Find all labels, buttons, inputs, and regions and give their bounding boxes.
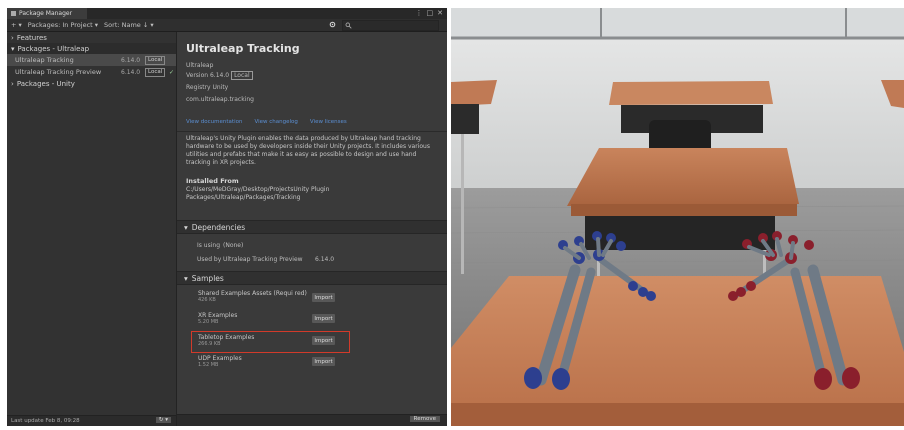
dependencies-section-header[interactable]: ▾ Dependencies bbox=[177, 220, 447, 234]
version-label: Version 6.14.0 bbox=[186, 72, 230, 79]
samples-section-header[interactable]: ▾ Samples bbox=[177, 271, 447, 285]
section-title: Samples bbox=[191, 273, 224, 283]
import-button[interactable]: Import bbox=[312, 293, 335, 302]
package-manager-window: Package Manager ⋮ □ ✕ + ▾ Packages: In P… bbox=[7, 8, 447, 426]
ultraleap-group[interactable]: ▾ Packages - Ultraleap bbox=[7, 43, 176, 54]
package-row-ultraleap-tracking-preview[interactable]: Ultraleap Tracking Preview 6.14.0 Local … bbox=[7, 66, 176, 78]
import-button[interactable]: Import bbox=[312, 336, 335, 345]
package-icon bbox=[11, 11, 16, 16]
sample-size: 5.20 MB bbox=[198, 319, 219, 325]
chevron-down-icon: ▾ bbox=[184, 222, 188, 232]
sample-size: 266.9 KB bbox=[198, 341, 221, 347]
package-name: Ultraleap Tracking Preview bbox=[15, 68, 102, 76]
sample-item: XR Examples 5.20 MB bbox=[198, 312, 237, 326]
sample-name: Shared Examples Assets (Requi red) bbox=[198, 290, 307, 297]
dep-label: Is using bbox=[197, 242, 221, 249]
window-title: Package Manager bbox=[19, 10, 73, 17]
group-label: Packages - Ultraleap bbox=[17, 44, 90, 53]
close-icon[interactable]: ✕ bbox=[437, 9, 443, 17]
window-frame bbox=[451, 8, 904, 38]
package-version: 6.14.0 bbox=[121, 56, 141, 64]
maximize-icon[interactable]: □ bbox=[427, 9, 434, 17]
sort-dropdown[interactable]: Sort: Name ↓ ▾ bbox=[104, 21, 154, 29]
sample-item: UDP Examples 1.52 MB bbox=[198, 355, 242, 369]
installed-from-path: C:/Users/MeDGray/Desktop/ProjectsUnity P… bbox=[186, 186, 330, 201]
package-description: Ultraleap's Unity Plugin enables the dat… bbox=[186, 135, 430, 166]
dependency-row: Is using (None) bbox=[197, 242, 315, 249]
section-title: Dependencies bbox=[191, 222, 246, 232]
remove-button[interactable]: Remove bbox=[409, 416, 440, 422]
list-footer: Last update Feb 8, 09:28 ↻ ▾ bbox=[7, 415, 176, 426]
dep-version: 6.14.0 bbox=[315, 256, 335, 263]
last-update-text: Last update Feb 8, 09:28 bbox=[11, 418, 80, 424]
scene-render bbox=[451, 8, 904, 426]
search-icon bbox=[345, 22, 352, 29]
chevron-right-icon: › bbox=[11, 33, 14, 42]
sample-name: XR Examples bbox=[198, 312, 238, 319]
title-bar: Package Manager ⋮ □ ✕ bbox=[7, 8, 447, 19]
package-version-line: Version 6.14.0 Local bbox=[186, 71, 253, 80]
refresh-button[interactable]: ↻ ▾ bbox=[155, 417, 171, 423]
package-list: › Features ▾ Packages - Ultraleap Ultralea… bbox=[7, 32, 177, 426]
documentation-link[interactable]: View documentation bbox=[186, 119, 242, 125]
sample-size: 1.52 MB bbox=[198, 362, 219, 368]
sample-item: Tabletop Examples 266.9 KB bbox=[198, 334, 254, 348]
package-details: Ultraleap Tracking Ultraleap Version 6.1… bbox=[177, 32, 447, 426]
dep-value: Ultraleap Tracking Preview bbox=[223, 256, 303, 263]
registry-line: Registry Unity bbox=[186, 84, 229, 91]
features-group[interactable]: › Features bbox=[7, 32, 176, 43]
features-label: Features bbox=[16, 33, 47, 42]
package-title: Ultraleap Tracking bbox=[186, 42, 300, 55]
dependency-row: Used by Ultraleap Tracking Preview 6.14.0 bbox=[197, 256, 334, 263]
package-version: 6.14.0 bbox=[121, 68, 141, 76]
local-badge: Local bbox=[145, 67, 166, 77]
installed-from-label: Installed From bbox=[186, 177, 239, 185]
group-label: Packages - Unity bbox=[16, 79, 75, 88]
import-button[interactable]: Import bbox=[312, 314, 335, 323]
add-package-button[interactable]: + ▾ bbox=[11, 21, 22, 29]
screenshot: Package Manager ⋮ □ ✕ + ▾ Packages: In P… bbox=[0, 0, 904, 430]
scene-view[interactable] bbox=[451, 8, 904, 426]
package-id: com.ultraleap.tracking bbox=[186, 96, 254, 103]
sample-size: 426 KB bbox=[198, 297, 216, 303]
window-tab[interactable]: Package Manager bbox=[7, 8, 87, 19]
sample-item: Shared Examples Assets (Requi red) 426 KB bbox=[198, 290, 307, 304]
import-button[interactable]: Import bbox=[312, 357, 335, 366]
dep-value: (None) bbox=[223, 242, 244, 249]
package-author: Ultraleap bbox=[186, 62, 214, 69]
unity-group[interactable]: › Packages - Unity bbox=[7, 78, 176, 89]
details-footer: Remove bbox=[177, 414, 447, 426]
sample-name: UDP Examples bbox=[198, 355, 242, 362]
chevron-down-icon: ▾ bbox=[184, 273, 188, 283]
more-icon[interactable]: ⋮ bbox=[416, 9, 423, 17]
local-badge: Local bbox=[231, 71, 253, 80]
chevron-down-icon: ▾ bbox=[11, 44, 15, 53]
package-name: Ultraleap Tracking bbox=[15, 56, 74, 64]
package-row-ultraleap-tracking[interactable]: Ultraleap Tracking 6.14.0 Local bbox=[7, 54, 176, 66]
toolbar: + ▾ Packages: In Project ▾ Sort: Name ↓ … bbox=[7, 19, 447, 32]
divider bbox=[177, 131, 447, 132]
sample-name: Tabletop Examples bbox=[198, 334, 255, 341]
changelog-link[interactable]: View changelog bbox=[254, 119, 297, 125]
packages-filter-dropdown[interactable]: Packages: In Project ▾ bbox=[28, 21, 98, 29]
local-badge: Local bbox=[145, 55, 166, 65]
checkmark-icon: ✓ bbox=[169, 68, 175, 76]
licenses-link[interactable]: View licenses bbox=[310, 119, 347, 125]
gear-icon[interactable] bbox=[329, 21, 336, 30]
dep-label: Used by bbox=[197, 256, 222, 263]
search-input[interactable] bbox=[342, 20, 439, 31]
window-controls: ⋮ □ ✕ bbox=[416, 9, 444, 17]
chevron-right-icon: › bbox=[11, 79, 14, 88]
links-row: View documentation View changelog View l… bbox=[186, 119, 347, 125]
